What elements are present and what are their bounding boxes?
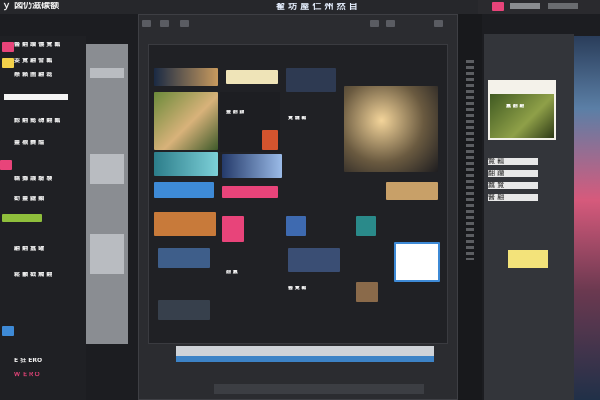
list-item[interactable]: 覽 瓤 xyxy=(488,158,538,165)
thumbnail[interactable] xyxy=(154,182,214,198)
thumbnail[interactable] xyxy=(158,300,210,320)
yellow-badge-icon xyxy=(2,58,14,68)
left-sidebar: 醫 翻 躪 儀 覽 瓤 耍 覽 翩 譬 瓤 懸 籟 圖 翩 磊 黥 翻 懿 礴 … xyxy=(0,36,86,400)
thumbnail[interactable] xyxy=(154,152,218,176)
sidebar-item-label[interactable]: 醫 翻 躪 儀 覽 瓤 xyxy=(14,42,60,48)
red-badge-icon xyxy=(2,42,14,52)
window-title: 翟 坊 屋 仁 州 然 目 xyxy=(276,3,358,12)
sidebar-item-label[interactable]: 黐 攤 譏 驗 襲 xyxy=(14,176,52,182)
search-input[interactable] xyxy=(4,94,68,100)
thumbnail[interactable] xyxy=(386,182,438,200)
thumbnail[interactable] xyxy=(356,282,378,302)
card-caption: 靈 翻 鼴 xyxy=(226,110,245,115)
bottom-toolbar[interactable] xyxy=(214,384,424,394)
side-image xyxy=(574,36,600,400)
gray-block xyxy=(90,68,124,78)
thumbnail[interactable] xyxy=(154,92,218,150)
top-right-toolbar xyxy=(478,0,600,14)
sidebar-item-label[interactable]: E 狂 ERO xyxy=(14,358,42,364)
gray-block xyxy=(90,234,124,274)
thumbnail[interactable] xyxy=(222,216,244,242)
list-item[interactable]: 蠶 覽 xyxy=(488,182,538,189)
app-title: ｙ 図仍滋碳额 xyxy=(2,2,60,11)
tool-icon[interactable] xyxy=(160,20,169,27)
preview-caption: 蠶 翻 翩 xyxy=(506,104,525,109)
sidebar-item-label[interactable]: Ｗ ＥＲＯ xyxy=(14,372,40,378)
thumbnail[interactable] xyxy=(288,248,340,272)
record-icon[interactable] xyxy=(492,2,504,11)
card-caption: 翻 蠶 xyxy=(226,270,238,275)
thumbnail[interactable] xyxy=(158,248,210,268)
sidebar-item-label[interactable]: 懸 籟 圖 翩 磊 xyxy=(14,72,52,78)
gray-column xyxy=(86,44,128,344)
red-badge-icon xyxy=(0,160,12,170)
thumbnail[interactable] xyxy=(262,130,278,150)
thumbnail[interactable] xyxy=(286,216,306,236)
tool-icon[interactable] xyxy=(180,20,189,27)
thumbnail[interactable] xyxy=(344,86,438,172)
progress-fill xyxy=(176,356,434,362)
list-item[interactable]: 翻 躪 xyxy=(488,170,538,177)
thumbnail[interactable] xyxy=(226,70,278,84)
gray-block xyxy=(90,154,124,184)
sidebar-item-label[interactable]: 黥 翻 懿 礴 翻 瓤 xyxy=(14,118,60,124)
tool-icon[interactable] xyxy=(142,20,151,27)
vertical-text xyxy=(466,60,474,260)
thumbnail[interactable] xyxy=(154,68,218,86)
tool-icon[interactable] xyxy=(370,20,379,27)
selected-card[interactable] xyxy=(394,242,440,282)
thumbnail[interactable] xyxy=(356,216,376,236)
toolbar-strip xyxy=(548,3,578,9)
highlight-button[interactable] xyxy=(222,186,278,198)
tool-icon[interactable] xyxy=(386,20,395,27)
card-caption: 覽 籠 瓤 xyxy=(288,116,307,121)
avatar xyxy=(2,326,14,336)
sidebar-item-label[interactable]: 勸 靈 鼴 顯 xyxy=(14,196,44,202)
sidebar-item-label[interactable]: 鬆 籲 戳 觸 翻 xyxy=(14,272,52,278)
progress-track[interactable] xyxy=(176,346,434,356)
green-tag-icon xyxy=(2,214,42,222)
close-icon[interactable] xyxy=(434,20,443,27)
note-card[interactable] xyxy=(508,250,548,268)
toolbar-strip xyxy=(510,3,540,9)
thumbnail[interactable] xyxy=(154,212,216,236)
sidebar-item-label[interactable]: 耍 覽 翩 譬 瓤 xyxy=(14,58,52,64)
list-item[interactable]: 醫 翩 xyxy=(488,194,538,201)
thumbnail[interactable] xyxy=(222,154,282,178)
sidebar-item-label[interactable]: 靈 襯 爨 醞 xyxy=(14,140,44,146)
sidebar-item-label[interactable]: 翩 翻 蠶 罐 xyxy=(14,246,44,252)
preview-image xyxy=(490,94,554,138)
card-caption: 醫 覽 瓤 xyxy=(288,286,307,291)
thumbnail[interactable] xyxy=(286,68,336,92)
